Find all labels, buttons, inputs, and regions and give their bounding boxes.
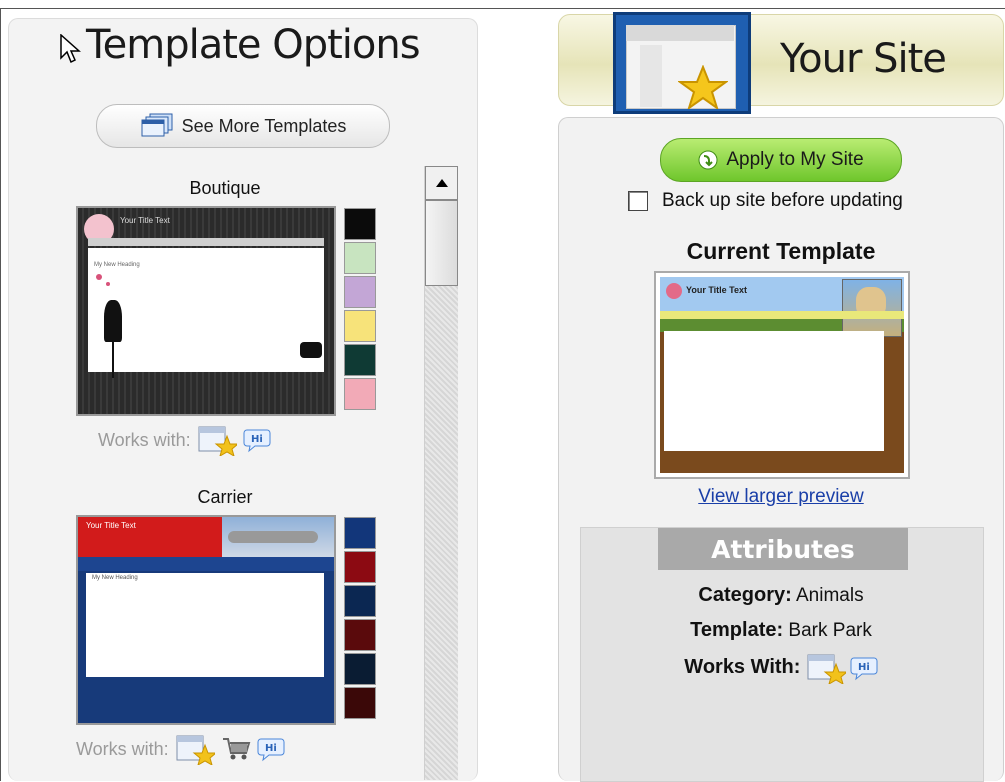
template-name-carrier: Carrier	[197, 487, 253, 507]
category-label: Category:	[698, 584, 792, 606]
works-with-line: Works With: Hi	[558, 652, 1004, 684]
hi-chat-icon: Hi	[243, 429, 271, 453]
template-line: Template: Bark Park	[558, 619, 1004, 642]
backup-option: Back up site before updating	[628, 190, 903, 212]
carrier-swatch[interactable]	[344, 551, 376, 583]
apply-to-my-site-label: Apply to My Site	[726, 149, 864, 170]
see-more-templates-label: See More Templates	[181, 115, 347, 136]
carrier-swatch[interactable]	[344, 619, 376, 651]
carrier-swatch[interactable]	[344, 687, 376, 719]
boutique-thumb-title: Your Title Text	[120, 216, 170, 225]
carrier-swatch[interactable]	[344, 585, 376, 617]
carrier-swatch[interactable]	[344, 517, 376, 549]
boutique-swatch[interactable]	[344, 378, 376, 410]
backup-label: Back up site before updating	[662, 190, 903, 211]
category-value: Animals	[796, 585, 864, 606]
template-thumb-carrier[interactable]: Your Title Text My New Heading	[76, 515, 336, 725]
view-larger-preview-link[interactable]: View larger preview	[558, 486, 1004, 508]
backup-checkbox[interactable]	[628, 191, 648, 211]
attr-works-with-label: Works With:	[684, 656, 801, 679]
template-list-scrollbar[interactable]	[424, 166, 458, 780]
template-label: Template:	[690, 619, 784, 641]
template-name-boutique: Boutique	[189, 178, 261, 198]
boutique-swatch[interactable]	[344, 208, 376, 240]
your-site-title: Your Site	[780, 36, 947, 82]
apply-arrow-icon	[698, 150, 718, 170]
svg-text:Hi: Hi	[265, 743, 277, 754]
boutique-thumb-heading: My New Heading	[94, 262, 140, 268]
templates-stack-icon	[141, 113, 173, 137]
boutique-swatch[interactable]	[344, 242, 376, 274]
carrier-thumb-title: Your Title Text	[86, 521, 136, 530]
svg-text:Hi: Hi	[251, 434, 263, 445]
see-more-templates-button[interactable]: See More Templates	[96, 104, 390, 148]
apply-to-my-site-button[interactable]: Apply to My Site	[660, 138, 902, 182]
hi-chat-icon: Hi	[850, 657, 878, 681]
template-thumb-boutique[interactable]: Your Title Text My New Heading	[76, 206, 336, 416]
cart-icon	[222, 738, 251, 760]
attributes-heading: Attributes	[658, 528, 908, 570]
works-with-label: Works with:	[98, 429, 191, 450]
works-with-label: Works with:	[76, 738, 169, 759]
boutique-works-with: Works with: Hi	[98, 424, 271, 456]
template-options-title: Template Options	[86, 22, 421, 68]
scroll-thumb[interactable]	[425, 200, 458, 286]
site-builder-icon	[176, 735, 215, 765]
site-builder-icon	[807, 654, 846, 684]
your-site-icon	[613, 12, 751, 114]
svg-text:Hi: Hi	[858, 662, 870, 673]
current-thumb-title: Your Title Text	[686, 285, 748, 295]
current-template-thumb[interactable]: Your Title Text	[654, 271, 910, 479]
arrow-up-icon	[435, 179, 448, 187]
boutique-swatch[interactable]	[344, 276, 376, 308]
carrier-thumb-heading: My New Heading	[92, 575, 138, 581]
carrier-works-with: Works with: Hi	[76, 733, 285, 765]
site-builder-icon	[198, 426, 237, 456]
carrier-swatch[interactable]	[344, 653, 376, 685]
boutique-swatch[interactable]	[344, 310, 376, 342]
category-line: Category: Animals	[558, 584, 1004, 607]
hi-chat-icon: Hi	[257, 738, 285, 762]
mouse-cursor-icon	[60, 34, 81, 64]
template-value: Bark Park	[788, 620, 872, 641]
boutique-swatch[interactable]	[344, 344, 376, 376]
current-template-heading: Current Template	[686, 238, 876, 264]
attr-works-icons: Hi	[806, 652, 878, 684]
scroll-up-button[interactable]	[425, 166, 458, 200]
